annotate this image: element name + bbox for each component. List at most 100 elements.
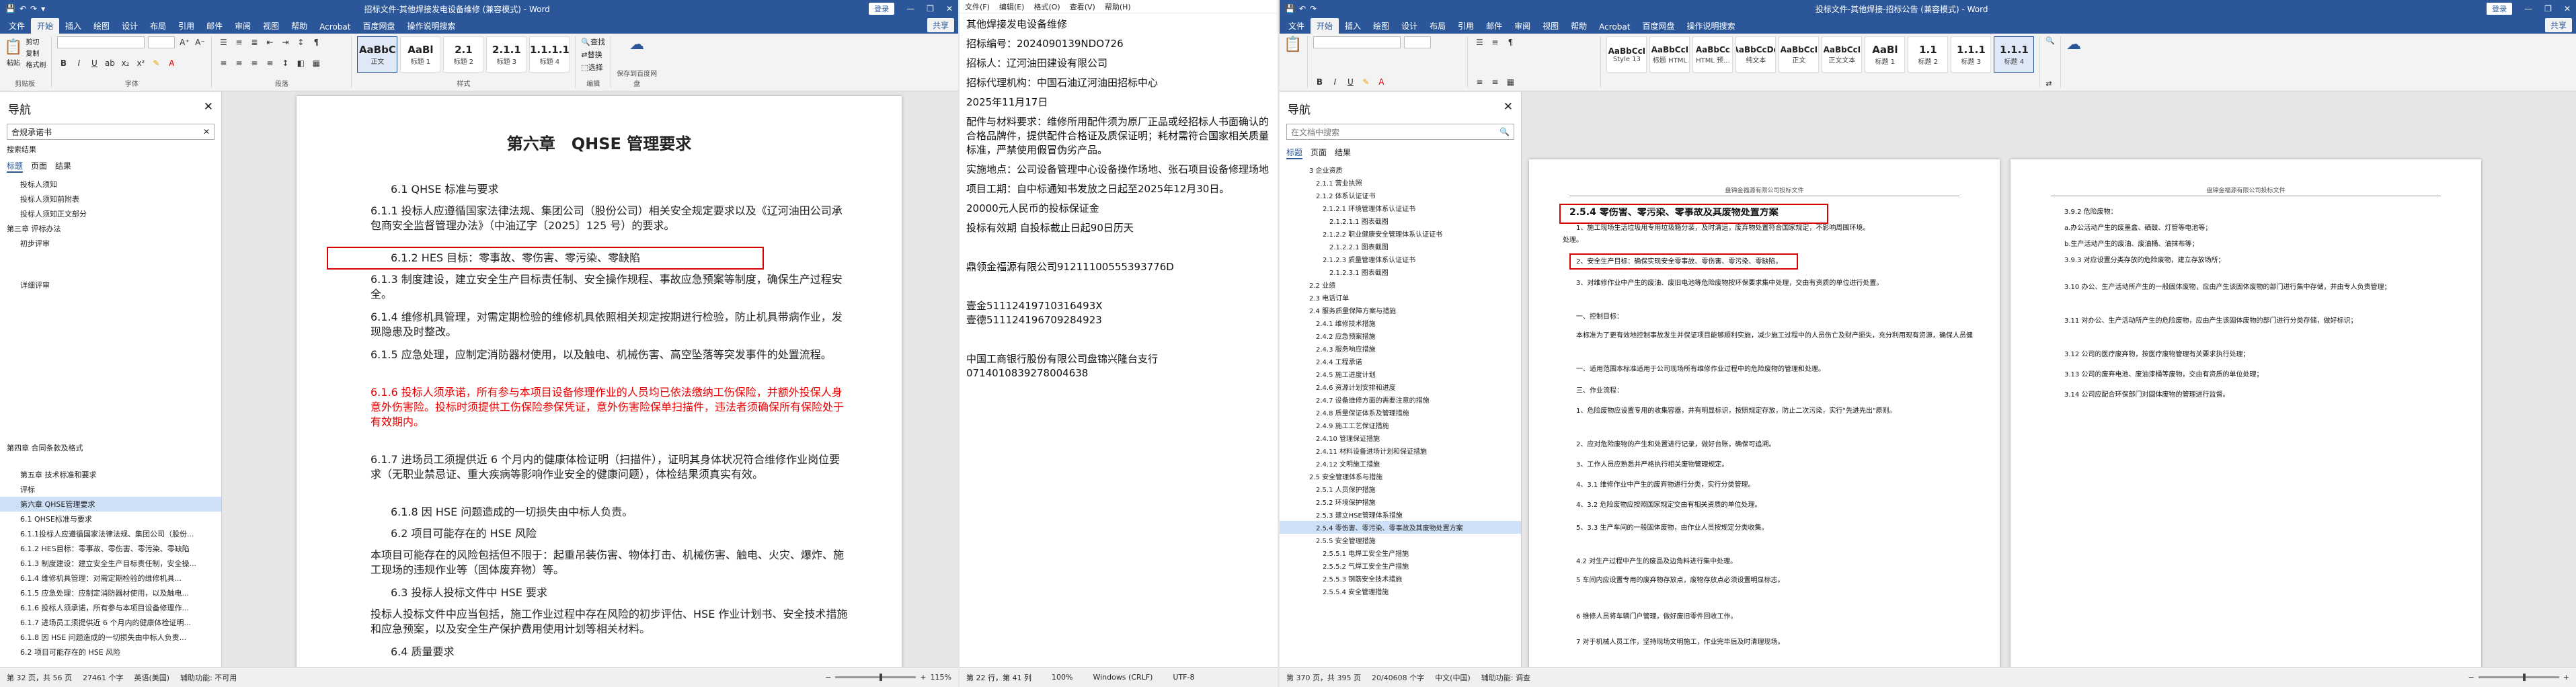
style-item[interactable]: AaBbCc HTML 预... bbox=[1692, 36, 1733, 73]
tab-file[interactable]: 文件 bbox=[1282, 18, 1311, 34]
zoom-in-icon[interactable]: + bbox=[920, 673, 926, 682]
tab-layout[interactable]: 布局 bbox=[1423, 18, 1452, 34]
borders-icon[interactable]: ▦ bbox=[1504, 76, 1516, 88]
italic-icon[interactable]: I bbox=[1329, 76, 1341, 88]
nav-item[interactable]: 2.1.2.2 职业健康安全管理体系认证证书 bbox=[1280, 227, 1521, 240]
tab-layout[interactable]: 布局 bbox=[144, 18, 172, 34]
font-name-box[interactable] bbox=[57, 36, 145, 48]
bold-icon[interactable]: B bbox=[57, 57, 69, 69]
nav-item[interactable]: 6.1 QHSE标准与要求 bbox=[0, 512, 221, 526]
style-heading-1[interactable]: AaBl 标题 1 bbox=[400, 36, 441, 73]
zoom-in-icon[interactable]: + bbox=[2563, 673, 2569, 682]
grow-font-icon[interactable]: A⁺ bbox=[178, 36, 190, 48]
minimize-icon[interactable]: — bbox=[2524, 4, 2532, 13]
nav-item[interactable]: 6.1.1投标人应遵循国家法律法规、集团公司（股份... bbox=[0, 526, 221, 541]
font-size-box[interactable] bbox=[1404, 36, 1432, 48]
tell-me-search[interactable]: 操作说明搜索 bbox=[1680, 18, 1741, 34]
nav-item[interactable]: 6.1.7 进场员工须提供近 6 个月内的健康体检证明... bbox=[0, 615, 221, 630]
line-spacing-icon[interactable]: ↕ bbox=[279, 57, 291, 69]
nav-item[interactable]: 2.5.2 环境保护措施 bbox=[1280, 495, 1521, 508]
style-heading-4[interactable]: 1.1.1.1 标题 4 bbox=[529, 36, 570, 73]
menu-edit[interactable]: 编辑(E) bbox=[999, 1, 1025, 11]
autosave-icon[interactable]: 💾 bbox=[5, 4, 15, 13]
tab-help[interactable]: 帮助 bbox=[285, 18, 313, 34]
menu-help[interactable]: 帮助(H) bbox=[1105, 1, 1131, 11]
nav-item-selected[interactable]: 2.5.4 零伤害、零污染、零事故及其废物处置方案 bbox=[1280, 521, 1521, 534]
nav-item[interactable]: 2.1.2 体系认证证书 bbox=[1280, 189, 1521, 202]
tab-references[interactable]: 引用 bbox=[172, 18, 200, 34]
share-button[interactable]: 共享 bbox=[927, 18, 954, 32]
copy-button[interactable]: 复制 bbox=[26, 48, 46, 58]
tab-mailings[interactable]: 邮件 bbox=[200, 18, 229, 34]
nav-item[interactable]: 2.5.5.2 气焊工安全生产措施 bbox=[1280, 559, 1521, 572]
nav-item[interactable]: 2.4.8 质量保证体系及管理措施 bbox=[1280, 406, 1521, 419]
nav-tab-results[interactable]: 结果 bbox=[55, 160, 71, 173]
font-name-box[interactable] bbox=[1313, 36, 1401, 48]
nav-item[interactable]: 投标人须知正文部分 bbox=[0, 206, 221, 221]
nav-item[interactable]: 2.3 电话订单 bbox=[1280, 291, 1521, 304]
nav-item[interactable]: 6.2 项目可能存在的 HSE 风险 bbox=[0, 645, 221, 659]
menu-file[interactable]: 文件(F) bbox=[965, 1, 990, 11]
word-count[interactable]: 20/40608 个字 bbox=[1372, 672, 1424, 683]
nav-item[interactable]: 2.4.10 管理保证措施 bbox=[1280, 432, 1521, 444]
menu-view[interactable]: 查看(V) bbox=[1070, 1, 1095, 11]
sort-icon[interactable]: ↕ bbox=[295, 36, 307, 48]
strikethrough-icon[interactable]: ab bbox=[104, 57, 116, 69]
show-marks-icon[interactable]: ¶ bbox=[310, 36, 322, 48]
nav-item[interactable]: 2.1.2.3.1 图表截图 bbox=[1280, 266, 1521, 278]
show-marks-icon[interactable]: ¶ bbox=[1504, 36, 1516, 48]
zoom-control[interactable]: − +115% bbox=[825, 673, 951, 682]
nav-item[interactable]: 第三章 评标办法 bbox=[0, 221, 221, 236]
tab-draw[interactable]: 绘图 bbox=[1367, 18, 1395, 34]
style-item-selected[interactable]: 1.1.1 标题 4 bbox=[1994, 36, 2035, 73]
language[interactable]: 英语(美国) bbox=[134, 672, 169, 683]
nav-item[interactable]: 2.4.6 资源计划安排和进度 bbox=[1280, 380, 1521, 393]
bullets-icon[interactable]: ☰ bbox=[217, 36, 229, 48]
tab-design[interactable]: 设计 bbox=[116, 18, 144, 34]
language[interactable]: 中文(中国) bbox=[1435, 672, 1471, 683]
style-heading-3[interactable]: 2.1.1 标题 3 bbox=[486, 36, 527, 73]
nav-item[interactable]: 6.1.8 因 HSE 问题造成的一切损失由中标人负责... bbox=[0, 630, 221, 645]
style-item[interactable]: AaBbCcI 正文 bbox=[1779, 36, 1820, 73]
zoom-out-icon[interactable]: − bbox=[2468, 673, 2474, 682]
tab-references[interactable]: 引用 bbox=[1452, 18, 1480, 34]
login-button[interactable]: 登录 bbox=[2487, 3, 2513, 15]
tab-help[interactable]: 帮助 bbox=[1565, 18, 1593, 34]
numbering-icon[interactable]: ≡ bbox=[1489, 36, 1501, 48]
paste-button[interactable]: 📋 粘贴 bbox=[4, 39, 22, 67]
nav-tab-pages[interactable]: 页面 bbox=[1311, 147, 1327, 159]
share-button[interactable]: 共享 bbox=[2544, 18, 2572, 32]
align-left-icon[interactable]: ≡ bbox=[1473, 76, 1485, 88]
zoom-slider[interactable] bbox=[835, 674, 916, 681]
nav-item[interactable]: 第四章 合同条款及格式 bbox=[0, 440, 221, 455]
nav-item[interactable]: 2.5.5.3 钢筋安全技术措施 bbox=[1280, 572, 1521, 585]
nav-tab-headings[interactable]: 标题 bbox=[1286, 147, 1303, 159]
accessibility[interactable]: 辅助功能: 不可用 bbox=[180, 672, 237, 683]
nav-item[interactable]: 2.5.5.4 安全管理措施 bbox=[1280, 585, 1521, 598]
tab-view[interactable]: 视图 bbox=[1536, 18, 1565, 34]
nav-item[interactable]: 2.4.7 设备维修方面的需要注意的措施 bbox=[1280, 393, 1521, 406]
undo-icon[interactable]: ↶ bbox=[1299, 4, 1306, 13]
menu-format[interactable]: 格式(O) bbox=[1033, 1, 1060, 11]
superscript-icon[interactable]: x² bbox=[134, 57, 147, 69]
nav-item[interactable]: 第五章 技术标准和要求 bbox=[0, 467, 221, 482]
nav-item[interactable]: 初步评审 bbox=[0, 236, 221, 251]
nav-item[interactable]: 2.4 服务质量保障方案与措施 bbox=[1280, 304, 1521, 317]
nav-item[interactable]: 2.4.2 应急预案措施 bbox=[1280, 329, 1521, 342]
close-icon[interactable]: ✕ bbox=[1504, 100, 1513, 117]
align-right-icon[interactable]: ≡ bbox=[248, 57, 260, 69]
nav-item[interactable]: 2.1.2.1 环境管理体系认证证书 bbox=[1280, 202, 1521, 214]
close-icon[interactable]: ✕ bbox=[204, 100, 213, 117]
nav-item[interactable]: 投标人须知前附表 bbox=[0, 192, 221, 206]
subscript-icon[interactable]: x₂ bbox=[119, 57, 131, 69]
italic-icon[interactable]: I bbox=[73, 57, 85, 69]
nav-tab-headings[interactable]: 标题 bbox=[7, 160, 24, 173]
highlight-icon[interactable]: ✎ bbox=[150, 57, 162, 69]
shading-icon[interactable]: ◧ bbox=[295, 57, 307, 69]
autosave-icon[interactable]: 💾 bbox=[1285, 4, 1295, 13]
word-count[interactable]: 27461 个字 bbox=[83, 672, 124, 683]
nav-item[interactable]: 2.1.1 营业执照 bbox=[1280, 176, 1521, 189]
save-to-baidu-button[interactable]: ☁ bbox=[2066, 36, 2081, 53]
numbering-icon[interactable]: ≡ bbox=[233, 36, 245, 48]
nav-item[interactable]: 6.1.6 投标人须承诺，所有参与本项目设备修理作... bbox=[0, 600, 221, 615]
